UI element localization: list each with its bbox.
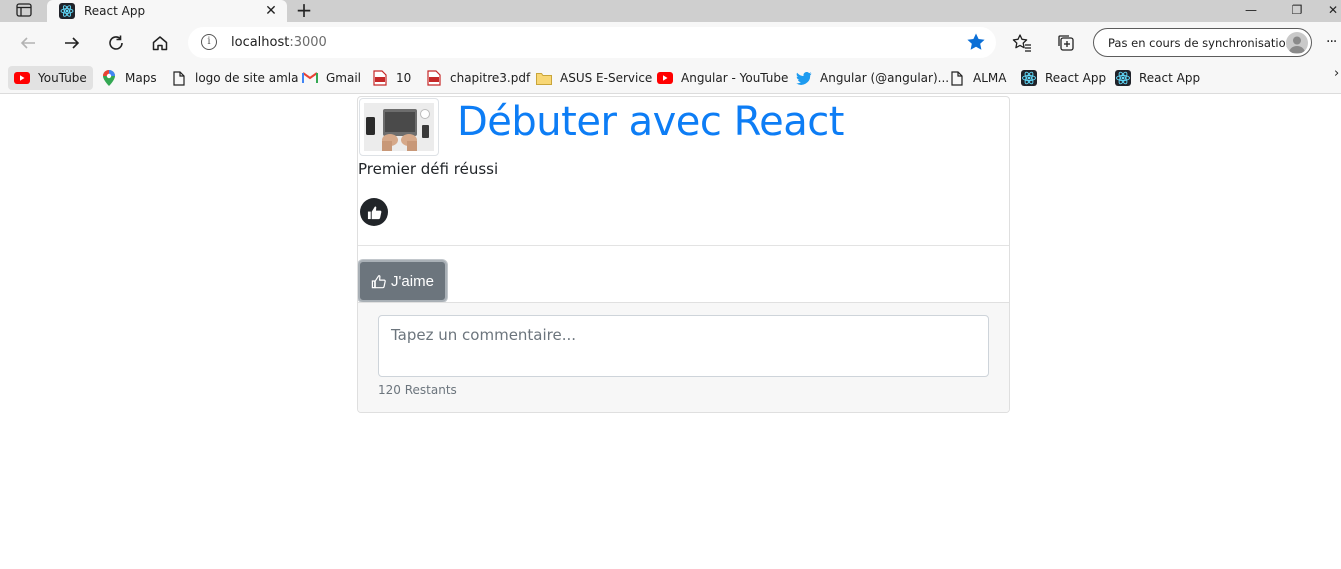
url-port: :3000 (289, 35, 327, 50)
laptop-hands-image (364, 103, 434, 151)
collections-icon (1058, 35, 1074, 51)
address-url[interactable]: localhost:3000 (231, 35, 327, 50)
bookmark-10[interactable]: 10 (372, 66, 411, 90)
home-button[interactable] (147, 30, 173, 56)
post-card: Débuter avec React Premier défi réussi J… (357, 96, 1010, 413)
bookmark-angular-youtube[interactable]: Angular - YouTube (657, 66, 788, 90)
bookmark-label: React App (1045, 71, 1107, 85)
forward-button[interactable] (59, 30, 85, 56)
card-footer: 120 Restants (358, 302, 1009, 412)
tab-actions-button[interactable] (14, 2, 34, 18)
post-thumbnail (359, 98, 439, 156)
bookmark-label: Angular (@angular)... (820, 71, 950, 85)
pdf-icon (372, 70, 388, 86)
forward-arrow-icon (65, 37, 80, 49)
bookmark-angular-twitter[interactable]: Angular (@angular)... (796, 66, 949, 90)
favorite-star-icon[interactable] (966, 32, 986, 52)
bookmark-logo-de-site-amla[interactable]: logo de site amla (171, 66, 298, 90)
post-subtitle: Premier défi réussi (358, 160, 499, 178)
browser-tab[interactable]: React App ✕ (47, 0, 287, 22)
bookmarks-overflow-icon[interactable]: › (1334, 66, 1339, 81)
maps-pin-icon (101, 70, 117, 86)
profile-sync-button[interactable]: Pas en cours de synchronisation (1093, 28, 1312, 57)
home-icon (152, 36, 168, 51)
thumbs-up-icon (367, 205, 381, 219)
bookmark-label: React App (1139, 71, 1201, 85)
tab-close-icon[interactable]: ✕ (261, 1, 281, 21)
bookmark-label: 10 (396, 71, 412, 85)
folder-icon (536, 70, 552, 86)
bookmark-chapitre3[interactable]: chapitre3.pdf (426, 66, 530, 90)
thumbs-up-outline-icon (371, 273, 387, 289)
like-button-label: J'aime (391, 272, 434, 290)
favorites-button[interactable] (1011, 32, 1033, 54)
sync-status-label: Pas en cours de synchronisation (1108, 36, 1293, 50)
bookmarks-bar: YouTube Maps logo de site amla Gmail 10 … (0, 62, 1341, 94)
new-tab-button[interactable]: + (292, 0, 316, 20)
favorites-list-icon (1012, 34, 1031, 52)
site-info-icon[interactable]: i (201, 34, 217, 50)
page-icon (949, 70, 965, 86)
url-host: localhost (231, 35, 290, 50)
react-icon (59, 3, 75, 19)
bookmark-react-app-1[interactable]: React App (1021, 66, 1106, 90)
pdf-icon (426, 70, 442, 86)
bookmark-asus-e-service[interactable]: ASUS E-Service (536, 66, 652, 90)
bookmark-maps[interactable]: Maps (101, 66, 157, 90)
bookmark-label: logo de site amla (195, 71, 299, 85)
avatar (1286, 32, 1308, 54)
tab-strip: React App ✕ + — ❐ ✕ (0, 0, 1341, 22)
bookmark-label: Angular - YouTube (681, 71, 789, 85)
user-avatar-icon (1289, 36, 1305, 53)
comment-input[interactable] (378, 315, 989, 377)
like-button[interactable]: J'aime (358, 260, 447, 302)
bookmark-react-app-2[interactable]: React App (1115, 66, 1200, 90)
collections-button[interactable] (1055, 32, 1077, 54)
react-icon (1021, 70, 1037, 86)
bookmark-label: YouTube (38, 71, 87, 85)
minimize-icon[interactable]: — (1231, 0, 1271, 20)
window-close-icon[interactable]: ✕ (1318, 0, 1341, 20)
browser-toolbar: i localhost:3000 Pas en cours de synchro… (0, 22, 1341, 62)
card-divider (358, 245, 1009, 246)
remaining-characters: 120 Restants (378, 383, 457, 397)
more-options-icon[interactable]: ··· (1326, 34, 1337, 50)
bookmark-gmail[interactable]: Gmail (302, 66, 361, 90)
page-title: Débuter avec React (457, 99, 844, 145)
restore-icon[interactable]: ❐ (1277, 0, 1317, 20)
bookmark-alma[interactable]: ALMA (949, 66, 1006, 90)
back-button[interactable] (15, 30, 41, 56)
tab-title: React App (84, 4, 146, 18)
like-count-badge (360, 198, 388, 226)
bookmark-label: ASUS E-Service (560, 71, 653, 85)
gmail-icon (302, 70, 318, 86)
bookmark-youtube[interactable]: YouTube (8, 66, 93, 90)
bookmark-label: Maps (125, 71, 157, 85)
youtube-icon (14, 70, 30, 86)
bookmark-label: chapitre3.pdf (450, 71, 531, 85)
page-icon (171, 70, 187, 86)
card-body: Débuter avec React Premier défi réussi (358, 97, 1009, 245)
back-arrow-icon (20, 37, 35, 49)
refresh-icon (109, 35, 123, 50)
react-icon (1115, 70, 1131, 86)
refresh-button[interactable] (103, 30, 129, 56)
twitter-icon (796, 70, 812, 86)
youtube-icon (657, 70, 673, 86)
bookmark-label: ALMA (973, 71, 1007, 85)
address-bar[interactable]: i localhost:3000 (188, 27, 996, 58)
tab-actions-icon (16, 3, 32, 17)
bookmark-label: Gmail (326, 71, 362, 85)
